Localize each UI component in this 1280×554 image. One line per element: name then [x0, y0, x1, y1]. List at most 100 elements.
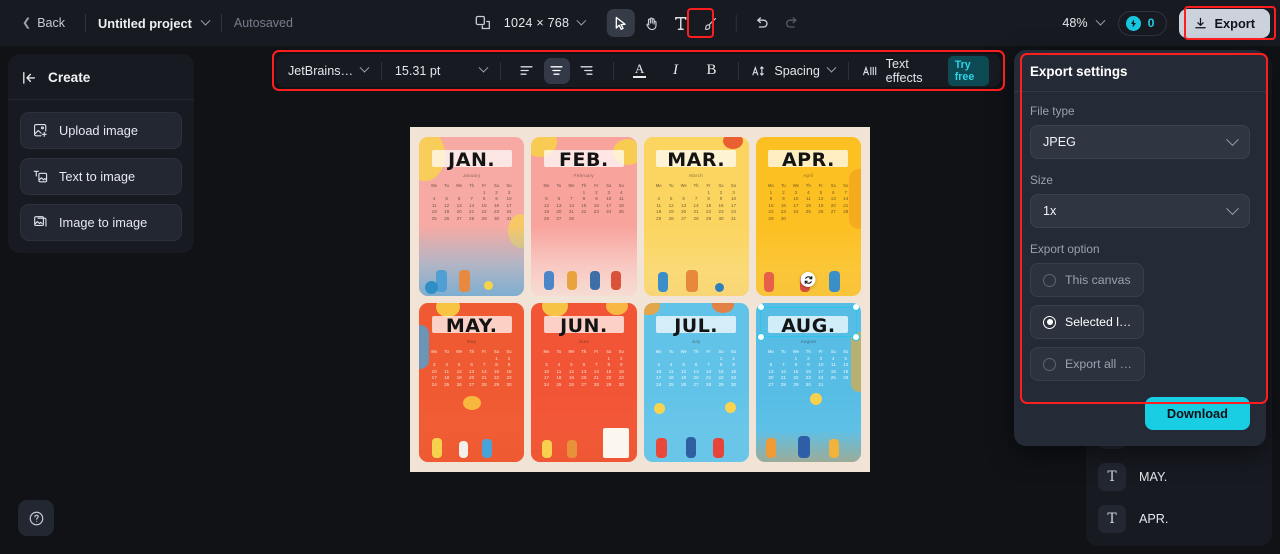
export-panel-title: Export settings [1030, 64, 1128, 79]
layer-row-mar[interactable]: T MAR. [1086, 540, 1272, 546]
tool-group [607, 9, 806, 37]
help-icon [28, 510, 45, 527]
align-center-button[interactable] [543, 57, 570, 84]
selection-handle-bl[interactable] [756, 333, 765, 341]
back-button[interactable]: ❮ Back [14, 11, 73, 35]
layer-row-may[interactable]: T MAY. [1086, 456, 1272, 498]
card-month-title: APR. [781, 149, 835, 171]
spacing-icon [751, 64, 766, 78]
zoom-control[interactable]: 48% [1062, 15, 1106, 30]
regenerate-icon[interactable] [800, 272, 816, 287]
export-button[interactable]: Export [1179, 8, 1270, 38]
align-right-button[interactable] [574, 58, 600, 84]
layer-row-apr[interactable]: T APR. [1086, 498, 1272, 540]
image-to-image-icon [33, 215, 48, 230]
calendar-card-jan[interactable]: JAN. January Mo Tu We Th Fr Sa Su 123 4 5 6 7 8 9 10… [419, 137, 525, 296]
text-effects-button[interactable]: Text effects Try free [862, 55, 989, 86]
calendar-card-aug[interactable]: AUG. August Mo Tu We Th Fr Sa Su 12345 6 7 8 9 10 1… [755, 303, 861, 462]
calendar-card-apr[interactable]: APR. April Mo Tu We Th Fr Sa Su 1234567 8 9 10 11… [755, 137, 861, 296]
canvas-area[interactable]: JAN. January Mo Tu We Th Fr Sa Su 123 4 5 6 7 8 9 10… [196, 46, 1012, 554]
selection-handle-tl[interactable] [756, 303, 765, 311]
sidebar-item-label: Upload image [59, 123, 138, 138]
sidebar-items: Upload image Text to image Image to imag… [8, 100, 194, 241]
card-subtitle: June [578, 339, 590, 344]
export-option-this-canvas[interactable]: This canvas [1030, 263, 1144, 297]
project-name[interactable]: Untitled project [98, 16, 192, 31]
brush-tool[interactable] [697, 9, 725, 37]
calendar-card-jun[interactable]: JUN. June Mo Tu We Th Fr Sa Su 12 3456789 10 11… [531, 303, 637, 462]
export-option-export-all[interactable]: Export all … [1030, 347, 1145, 381]
size-select[interactable]: 1x [1030, 194, 1250, 228]
divider [85, 14, 87, 32]
card-illustration [531, 392, 637, 462]
hand-tool[interactable] [637, 9, 665, 37]
top-bar: ❮ Back Untitled project Autosaved 1024 ×… [0, 0, 1280, 46]
italic-button[interactable]: I [663, 58, 689, 84]
card-day-grid: Mo Tu We Th Fr Sa Su 12 3456789 10 11 12 13 14 15 16… [655, 349, 737, 387]
file-type-select[interactable]: JPEG [1030, 125, 1250, 159]
canvas-size-dropdown-icon[interactable] [576, 15, 587, 27]
calendar-card-jul[interactable]: JUL. July Mo Tu We Th Fr Sa Su 12 3456789 10 11… [643, 303, 749, 462]
redo-tool[interactable] [778, 9, 806, 37]
export-option-group: This canvas Selected l… Export all … [1030, 263, 1250, 381]
text-tool[interactable] [667, 9, 695, 37]
layer-name: APR. [1139, 512, 1169, 526]
sidebar-item-text-to-image[interactable]: Text to image [20, 158, 182, 195]
card-illustration [531, 226, 637, 296]
selection-handle-tr[interactable] [852, 303, 860, 311]
sidebar-item-image-to-image[interactable]: Image to image [20, 204, 182, 241]
export-option-selected-layers[interactable]: Selected l… [1030, 305, 1145, 339]
chevron-down-icon [1226, 132, 1239, 146]
create-sidebar: Create Upload image Text to image Image … [8, 54, 194, 253]
export-option-label-text: Selected l… [1065, 315, 1132, 329]
credits-count: 0 [1147, 16, 1155, 30]
card-subtitle: January [462, 173, 481, 178]
select-tool[interactable] [607, 9, 636, 37]
spacing-dropdown[interactable]: Spacing [751, 62, 837, 78]
undo-tool[interactable] [748, 9, 776, 37]
frame-icon[interactable] [474, 14, 492, 32]
size-value: 1x [1043, 204, 1057, 218]
try-free-badge[interactable]: Try free [947, 55, 989, 86]
top-bar-left: ❮ Back Untitled project Autosaved [0, 11, 293, 35]
card-month-title: MAY. [445, 315, 498, 337]
file-type-label: File type [1030, 104, 1075, 118]
card-day-grid: Mo Tu We Th Fr Sa Su 1234 5 6 7 8 9 10 11 12 13 14 15 16… [543, 183, 624, 221]
collapse-sidebar-icon[interactable] [22, 71, 38, 85]
selection-handle-br[interactable] [852, 333, 860, 341]
text-color-button[interactable]: A [627, 58, 653, 84]
card-subtitle: April [803, 173, 814, 178]
export-option-label-text: This canvas [1065, 273, 1131, 287]
zoom-dropdown-icon[interactable] [1095, 15, 1106, 27]
export-button-label: Export [1214, 15, 1255, 31]
font-size-dropdown[interactable]: 15.31 pt [394, 62, 489, 78]
sidebar-item-upload-image[interactable]: Upload image [20, 112, 182, 149]
font-size-value: 15.31 pt [394, 63, 441, 78]
credits-badge[interactable]: 0 [1117, 10, 1168, 36]
download-button[interactable]: Download [1144, 397, 1250, 430]
calendar-card-mar[interactable]: MAR. March Mo Tu We Th Fr Sa Su 123 4 5 6 7 8 9 10 1… [643, 137, 749, 296]
card-illustration [643, 392, 749, 462]
calendar-card-feb[interactable]: FEB. February Mo Tu We Th Fr Sa Su 1234 567891… [531, 137, 637, 296]
layer-name: MAY. [1139, 470, 1168, 484]
size-label: Size [1030, 173, 1053, 187]
help-button[interactable] [18, 500, 54, 536]
artboard[interactable]: JAN. January Mo Tu We Th Fr Sa Su 123 4 5 6 7 8 9 10… [410, 127, 870, 472]
divider [499, 61, 501, 80]
export-option-label: Export option [1030, 242, 1100, 256]
card-month-title: JUL. [674, 315, 719, 337]
canvas-size-value[interactable]: 1024 × 768 [504, 16, 569, 30]
export-option-label-text: Export all … [1065, 357, 1132, 371]
card-illustration [643, 226, 749, 296]
top-bar-center: 1024 × 768 [474, 9, 806, 37]
align-left-button[interactable] [514, 58, 540, 84]
font-family-dropdown[interactable]: JetBrains… [288, 62, 370, 78]
radio-icon-selected [1043, 315, 1056, 329]
card-subtitle: February [573, 173, 594, 178]
project-dropdown-icon[interactable] [200, 15, 211, 27]
bold-button[interactable]: B [699, 58, 725, 84]
back-label: Back [37, 16, 66, 30]
calendar-card-grid: JAN. January Mo Tu We Th Fr Sa Su 123 4 5 6 7 8 9 10… [410, 127, 870, 472]
chevron-down-icon [478, 62, 489, 73]
calendar-card-may[interactable]: MAY. May Mo Tu We Th Fr Sa Su 12 3456789 10 11 1… [419, 303, 525, 462]
